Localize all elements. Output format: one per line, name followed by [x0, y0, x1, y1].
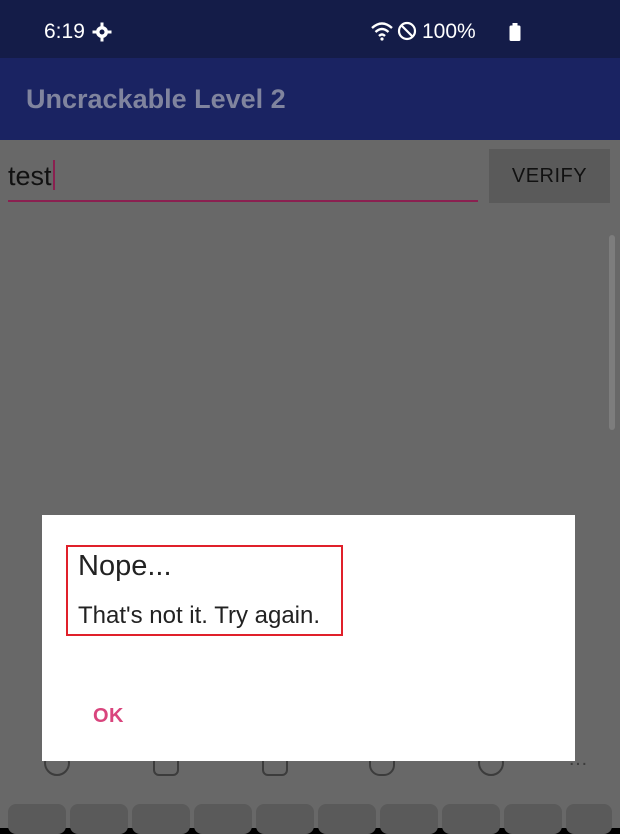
- wifi-icon: [370, 20, 394, 47]
- secret-input[interactable]: test: [8, 154, 478, 202]
- status-icons: 100%: [370, 18, 620, 46]
- battery-percentage: 100%: [422, 20, 476, 43]
- gear-icon: [92, 22, 112, 47]
- dialog-message: That's not it. Try again.: [78, 602, 321, 629]
- keyboard-key: [380, 804, 438, 834]
- verify-button[interactable]: VERIFY: [489, 149, 610, 203]
- dialog-title: Nope...: [78, 550, 172, 582]
- keyboard-key: [566, 804, 612, 834]
- secret-input-value: test: [8, 160, 55, 192]
- do-not-disturb-icon: [397, 21, 417, 46]
- keyboard-key: [256, 804, 314, 834]
- keyboard-key: [132, 804, 190, 834]
- text-caret: [52, 160, 55, 190]
- status-time: 6:19: [44, 20, 85, 43]
- keyboard-key: [8, 804, 66, 834]
- app-bar: Uncrackable Level 2: [0, 58, 620, 140]
- keyboard-key: [504, 804, 562, 834]
- keyboard-key: [442, 804, 500, 834]
- keyboard-key: [318, 804, 376, 834]
- keyboard-key: [194, 804, 252, 834]
- battery-icon: [509, 23, 521, 46]
- status-bar: 6:19 100%: [0, 0, 620, 58]
- scrollbar-thumb: [609, 235, 615, 430]
- app-title: Uncrackable Level 2: [26, 84, 286, 114]
- keyboard-key: [70, 804, 128, 834]
- alert-dialog: Nope... That's not it. Try again. OK: [42, 515, 575, 761]
- ok-button[interactable]: OK: [93, 705, 124, 728]
- keyboard-key-row: [0, 804, 620, 834]
